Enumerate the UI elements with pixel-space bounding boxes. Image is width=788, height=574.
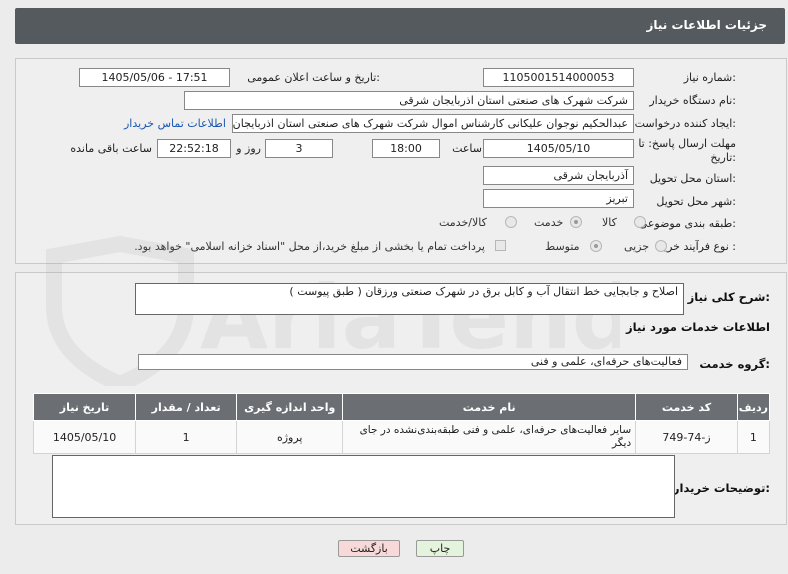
days-field[interactable]: 3 <box>265 139 333 158</box>
services-table: ردیف کد خدمت نام خدمت واحد اندازه گیری ت… <box>32 393 771 454</box>
deadline-time-field[interactable]: 18:00 <box>372 139 440 158</box>
remaining-time-label: ساعت باقی مانده <box>70 142 152 155</box>
buyer-org-label: نام دستگاه خریدار: <box>649 94 736 107</box>
deadline-time-label: ساعت <box>452 142 482 155</box>
purchase-radio-medium[interactable] <box>590 240 602 252</box>
description-label: شرح کلی نیاز: <box>687 290 770 304</box>
purchase-radio-minor[interactable] <box>655 240 667 252</box>
cell-service-name: سایر فعالیت‌های حرفه‌ای، علمی و فنی طبقه… <box>342 420 637 454</box>
delivery-province-label: استان محل تحویل: <box>649 172 736 185</box>
table-row: 1 ز-74-749 سایر فعالیت‌های حرفه‌ای، علمی… <box>32 420 771 454</box>
buyer-contact-link[interactable]: اطلاعات تماس خریدار <box>124 117 226 130</box>
purchase-type-label: نوع فرآیند خرید : <box>658 240 736 253</box>
delivery-city-label: شهر محل تحویل: <box>656 195 736 208</box>
page-header: جزئیات اطلاعات نیاز <box>15 8 785 44</box>
category-label: طبقه بندی موضوعی: <box>638 217 736 230</box>
requester-label: ایجاد کننده درخواست: <box>634 117 736 130</box>
cell-service-code: ز-74-749 <box>635 420 738 454</box>
print-button[interactable]: چاپ <box>416 540 464 557</box>
delivery-city-field[interactable]: تبریز <box>483 189 634 208</box>
category-option-goods: کالا <box>602 216 617 229</box>
buyer-org-field[interactable]: شرکت شهرک های صنعتی استان اذربایجان شرقی <box>184 91 634 110</box>
remaining-time-field[interactable]: 22:52:18 <box>157 139 231 158</box>
page-title: جزئیات اطلاعات نیاز <box>646 18 767 32</box>
category-option-service: خدمت <box>534 216 564 229</box>
back-button[interactable]: بازگشت <box>338 540 400 557</box>
buyer-notes-label: توضیحات خریدار: <box>672 481 770 495</box>
category-option-goods-service: کالا/خدمت <box>439 216 487 229</box>
announce-datetime-field[interactable]: 1405/05/06 - 17:51 <box>79 68 230 87</box>
deadline-label: مهلت ارسال پاسخ: تا تاریخ: <box>638 137 736 164</box>
purchase-option-medium: متوسط <box>545 240 580 253</box>
cell-quantity: 1 <box>135 420 238 454</box>
col-row: ردیف <box>736 393 771 421</box>
buyer-notes-textarea[interactable] <box>52 455 675 518</box>
service-group-label: گروه خدمت: <box>699 357 770 371</box>
service-group-field[interactable]: فعالیت‌های حرفه‌ای، علمی و فنی <box>138 354 688 370</box>
col-service-name: نام خدمت <box>342 393 637 421</box>
category-radio-goods-service[interactable] <box>505 216 517 228</box>
category-radio-service[interactable] <box>570 216 582 228</box>
col-quantity: تعداد / مقدار <box>135 393 238 421</box>
col-need-date: تاریخ نیاز <box>32 393 137 421</box>
delivery-province-field[interactable]: آذربایجان شرقی <box>483 166 634 185</box>
services-table-header: ردیف کد خدمت نام خدمت واحد اندازه گیری ت… <box>32 393 771 421</box>
category-radio-goods[interactable] <box>634 216 646 228</box>
treasury-note: پرداخت تمام یا بخشی از مبلغ خرید،از محل … <box>134 240 485 253</box>
cell-need-date: 1405/05/10 <box>32 420 137 454</box>
services-section-title: اطلاعات خدمات مورد نیاز <box>626 320 770 334</box>
requester-field[interactable]: عبدالحکیم نوجوان علیکانی کارشناس اموال ش… <box>232 114 634 133</box>
treasury-checkbox[interactable] <box>495 240 506 251</box>
cell-row: 1 <box>736 420 771 454</box>
description-textarea[interactable]: اصلاح و جابجایی خط انتقال آب و کابل برق … <box>135 283 684 315</box>
cell-unit: پروژه <box>236 420 344 454</box>
col-unit: واحد اندازه گیری <box>236 393 344 421</box>
purchase-option-minor: جزیی <box>624 240 650 253</box>
need-number-field[interactable]: 1105001514000053 <box>483 68 634 87</box>
need-number-label: شماره نیاز: <box>683 71 736 84</box>
announce-datetime-label: تاریخ و ساعت اعلان عمومی: <box>247 71 380 84</box>
deadline-date-field[interactable]: 1405/05/10 <box>483 139 634 158</box>
days-label: روز و <box>236 142 261 155</box>
col-service-code: کد خدمت <box>635 393 738 421</box>
